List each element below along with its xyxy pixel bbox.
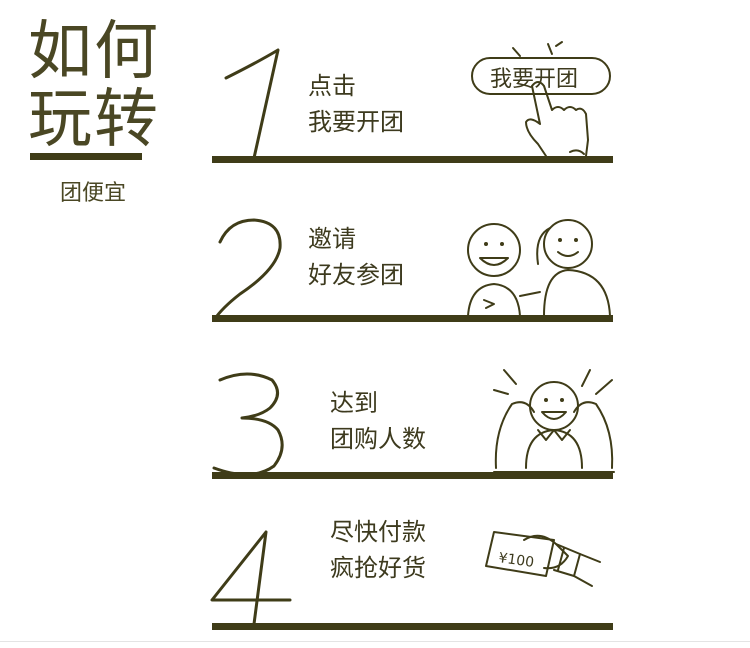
subtitle: 团便宜 (60, 181, 127, 206)
hand-paying-money-icon: ¥100 (484, 526, 604, 610)
step-1-line1: 点击 (308, 72, 356, 100)
step-3-numeral (208, 370, 290, 484)
money-label: ¥100 (497, 550, 535, 571)
step-3-line1: 达到 (330, 389, 378, 417)
step-3-bar (212, 472, 613, 479)
step-4-line1: 尽快付款 (330, 518, 426, 546)
title-line-1: 如何 (28, 15, 160, 89)
pill-button-label: 我要开团 (490, 67, 578, 92)
celebrating-group-icon (492, 368, 616, 478)
two-friends-icon (464, 216, 614, 324)
step-4-bar (212, 623, 613, 630)
step-3-text: 达到 团购人数 (330, 385, 426, 457)
step-4-line2: 疯抢好货 (330, 554, 426, 582)
bottom-divider (0, 641, 750, 642)
title-line-2: 玩转 (28, 83, 160, 157)
step-2-numeral (210, 214, 290, 328)
step-1-bar (212, 156, 613, 163)
step-2-line2: 好友参团 (308, 261, 404, 289)
step-2-text: 邀请 好友参团 (308, 221, 404, 293)
step-4-text: 尽快付款 疯抢好货 (330, 514, 426, 586)
title-underline (30, 153, 142, 160)
step-2-bar (212, 315, 613, 322)
step-3-line2: 团购人数 (330, 425, 426, 453)
step-1-numeral (218, 48, 288, 164)
tap-button-hand-icon: 我要开团 (468, 40, 618, 164)
step-4-numeral (208, 530, 294, 630)
step-2-line1: 邀请 (308, 225, 356, 253)
step-1-line2: 我要开团 (308, 108, 404, 136)
step-1-text: 点击 我要开团 (308, 68, 404, 140)
